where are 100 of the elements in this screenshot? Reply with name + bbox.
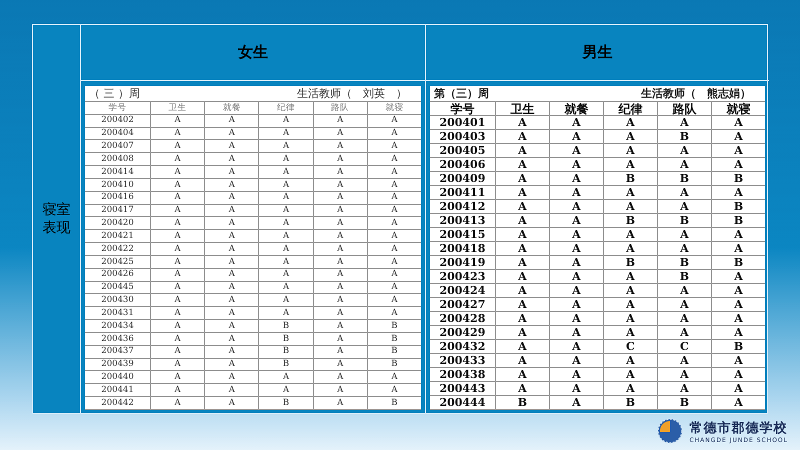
table-cell: B xyxy=(366,320,421,332)
table-cell-text: 200421 xyxy=(100,230,135,242)
table-cell: A xyxy=(656,116,711,129)
table-cell: A xyxy=(150,178,204,191)
table-cell: A xyxy=(366,128,421,140)
table-cell: A xyxy=(258,166,313,178)
table-cell: A xyxy=(312,320,367,332)
table-cell-text: 200436 xyxy=(100,332,135,345)
table-cell: A xyxy=(258,204,313,216)
table-cell: A xyxy=(258,384,313,396)
column-header: 纪律 xyxy=(258,102,313,114)
table-cell: A xyxy=(548,270,603,283)
table-cell: A xyxy=(312,114,367,127)
table-cell: B xyxy=(656,270,711,283)
table-cell: A xyxy=(204,192,258,204)
table-cell-text: 200407 xyxy=(100,140,135,152)
table-cell: B xyxy=(258,332,313,345)
table-cell: A xyxy=(602,116,657,129)
table-cell: B xyxy=(602,396,657,409)
table-cell: A xyxy=(494,242,549,255)
table-cell: C xyxy=(602,340,657,353)
column-header: 学号 xyxy=(108,102,128,114)
table-cell: A xyxy=(494,284,549,297)
table-cell: A xyxy=(710,186,765,199)
table-cell: A xyxy=(656,382,711,395)
table-cell: A xyxy=(656,312,711,325)
column-header: 卫生 xyxy=(494,102,549,115)
table-cell: B xyxy=(710,340,765,353)
table-cell-text: 200404 xyxy=(100,128,135,140)
table-cell: B xyxy=(602,256,657,269)
table-cell: A xyxy=(656,200,711,213)
table-cell: A xyxy=(548,354,603,367)
table-cell: B xyxy=(656,172,711,185)
table-cell: A xyxy=(312,397,367,409)
table-cell: A xyxy=(258,294,313,306)
table-cell-text: 200423 xyxy=(438,270,486,283)
table-cell: A xyxy=(494,256,549,269)
column-header: 就餐 xyxy=(204,102,258,114)
table-cell: A xyxy=(312,204,367,216)
teacher-label: 生活教师（ 熊志娟） xyxy=(641,86,751,101)
table-cell: B xyxy=(710,214,765,227)
table-cell: A xyxy=(366,140,421,152)
table-cell: A xyxy=(150,230,204,242)
table-cell: A xyxy=(150,268,204,281)
school-emblem-icon xyxy=(657,418,684,444)
column-header: 就寝 xyxy=(710,102,765,115)
table-cell: A xyxy=(366,114,421,127)
table-cell: A xyxy=(548,116,603,129)
table-cell: A xyxy=(710,158,765,171)
table-cell: A xyxy=(366,384,421,396)
table-cell: A xyxy=(258,307,313,320)
table-cell: A xyxy=(548,172,603,185)
table-cell: A xyxy=(312,371,367,384)
table-cell: A xyxy=(366,282,421,294)
table-cell: A xyxy=(204,282,258,294)
table-cell: A xyxy=(204,307,258,320)
table-cell: A xyxy=(204,346,258,358)
table-cell: A xyxy=(494,270,549,283)
table-cell: A xyxy=(602,158,657,171)
section-label: 寝室表现 xyxy=(42,200,70,238)
table-cell-text: 200445 xyxy=(100,282,135,294)
table-cell: A xyxy=(710,396,765,409)
column-heading: 女生 xyxy=(238,43,268,62)
column-header: 卫生 xyxy=(150,102,204,114)
table-cell: A xyxy=(494,228,549,241)
table-cell: A xyxy=(366,243,421,255)
table-cell: A xyxy=(602,382,657,395)
table-cell: A xyxy=(150,332,204,345)
table-cell-text: 200430 xyxy=(100,294,135,306)
table-cell: A xyxy=(494,214,549,227)
table-cell: A xyxy=(494,382,549,395)
column-header: 路队 xyxy=(312,102,367,114)
table-cell: B xyxy=(258,358,313,370)
table-cell: A xyxy=(602,298,657,311)
table-cell: A xyxy=(366,166,421,178)
teacher-label: 生活教师（ 刘英 ） xyxy=(297,86,407,101)
column-header: 学号 xyxy=(449,102,476,115)
table-cell: B xyxy=(710,200,765,213)
table-cell: A xyxy=(494,186,549,199)
table-cell: B xyxy=(258,346,313,358)
table-cell: A xyxy=(656,368,711,381)
table-cell-text: 200424 xyxy=(438,284,486,297)
table-cell-text: 200438 xyxy=(438,368,486,381)
table-cell: A xyxy=(150,384,204,396)
table-cell: A xyxy=(204,128,258,140)
table-cell: A xyxy=(258,178,313,191)
table-cell: A xyxy=(710,116,765,129)
table-cell: B xyxy=(366,397,421,409)
table-cell: A xyxy=(494,312,549,325)
table-cell-text: 200427 xyxy=(438,298,486,311)
table-cell: A xyxy=(602,270,657,283)
table-cell: A xyxy=(494,200,549,213)
week-label: 第（三）周 xyxy=(434,86,489,101)
table-cell-text: 200444 xyxy=(438,396,486,409)
table-cell: A xyxy=(204,384,258,396)
column-heading: 男生 xyxy=(582,43,612,62)
table-cell: B xyxy=(710,256,765,269)
table-cell: A xyxy=(150,256,204,268)
table-cell-text: 200441 xyxy=(100,384,135,396)
table-cell: A xyxy=(366,217,421,230)
